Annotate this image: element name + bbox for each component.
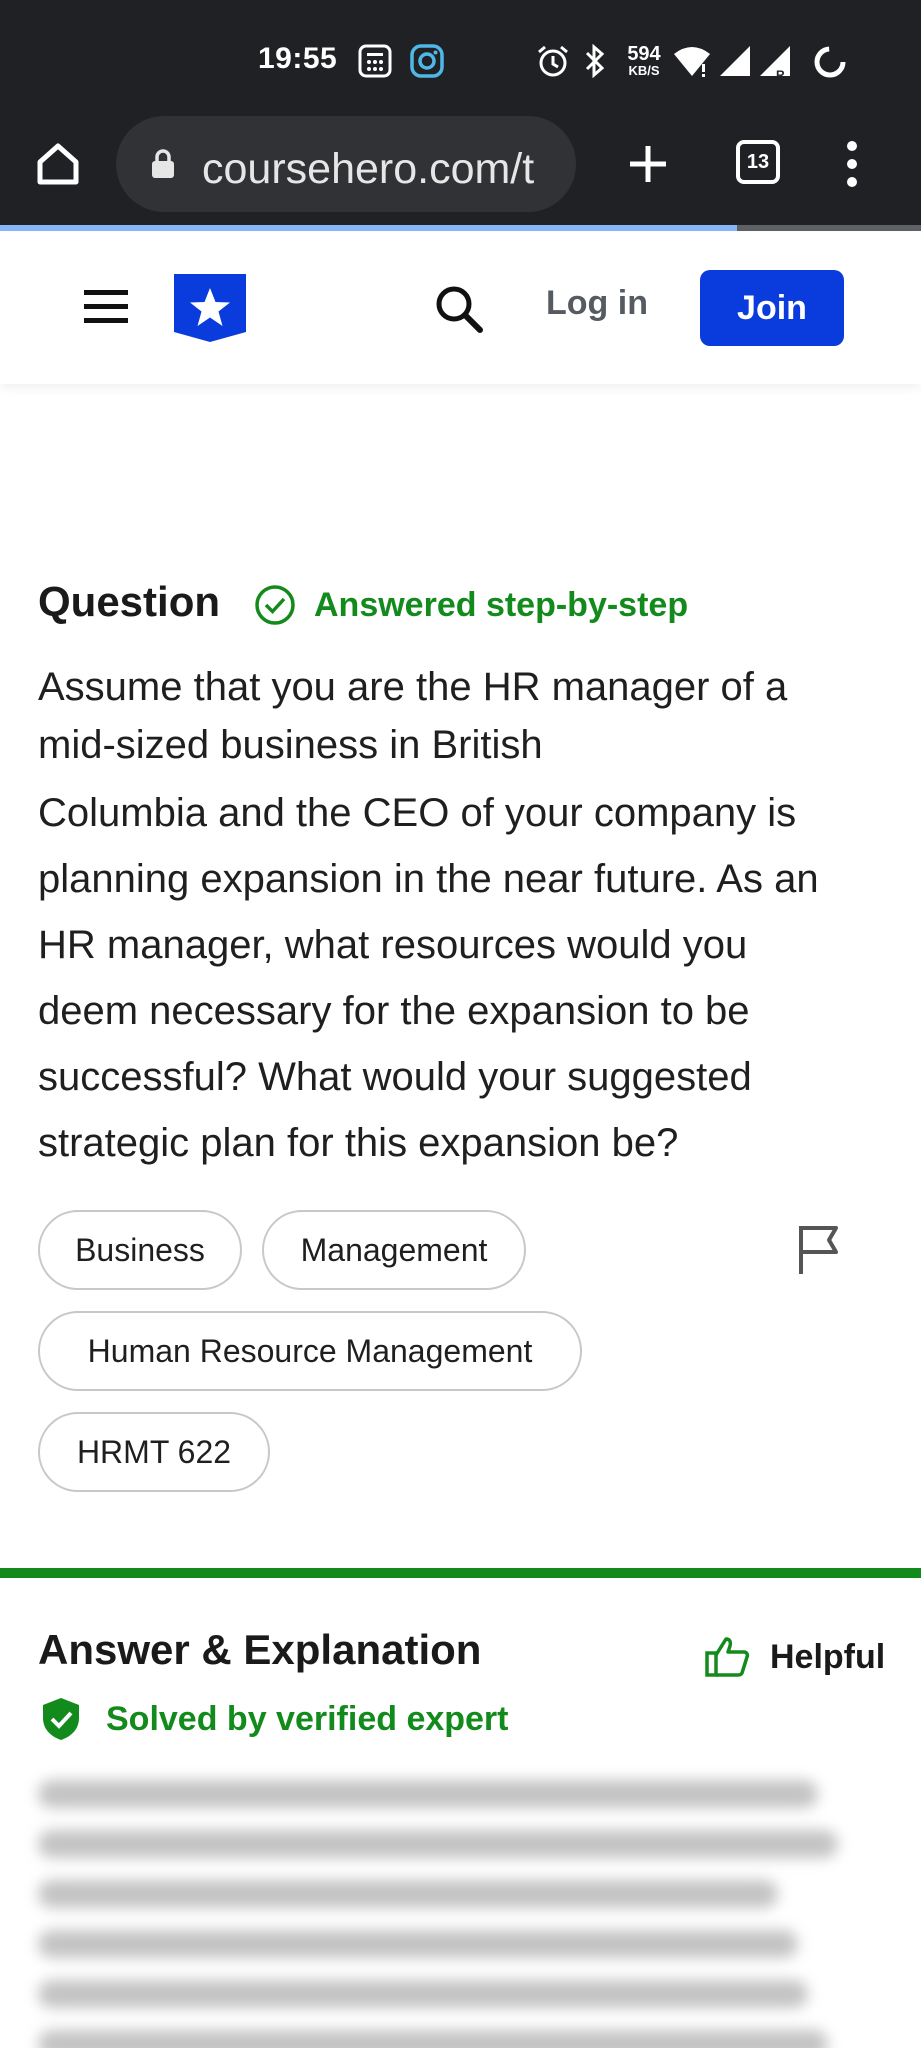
network-speed: 594 KB/S xyxy=(627,43,661,78)
tag-chip[interactable]: Human Resource Management xyxy=(38,1311,582,1391)
question-line: Columbia and the CEO of your company is xyxy=(38,791,797,835)
question-line: mid-sized business in British xyxy=(38,723,543,767)
login-link[interactable]: Log in xyxy=(546,284,648,323)
tag-chip[interactable]: HRMT 622 xyxy=(38,1412,270,1492)
course-hero-logo[interactable] xyxy=(172,272,248,344)
tag-chip[interactable]: Management xyxy=(262,1210,526,1290)
join-button[interactable]: Join xyxy=(700,270,844,346)
battery-ring-icon xyxy=(814,46,846,78)
address-bar[interactable]: coursehero.com/t xyxy=(116,116,576,212)
status-bar: 19:55 594 KB/S R xyxy=(0,0,921,110)
question-heading: Question xyxy=(38,578,221,625)
svg-text:R: R xyxy=(776,68,785,80)
bluetooth-icon xyxy=(585,44,605,78)
home-icon[interactable] xyxy=(34,140,82,188)
question-line: deem necessary for the expansion to be xyxy=(38,989,750,1033)
blurred-line xyxy=(38,1930,798,1958)
instagram-icon xyxy=(410,44,444,78)
question-line: HR manager, what resources would you xyxy=(38,923,748,967)
page-load-progress xyxy=(0,225,737,231)
clock: 19:55 xyxy=(258,42,338,75)
more-menu-icon[interactable] xyxy=(842,140,862,188)
answered-badge: Answered step-by-step xyxy=(254,584,688,626)
calculator-icon xyxy=(358,44,392,78)
check-circle-icon xyxy=(255,585,295,625)
new-tab-icon[interactable] xyxy=(626,142,670,186)
tab-count: 13 xyxy=(746,150,770,173)
blurred-line xyxy=(38,1780,818,1808)
question-line: strategic plan for this expansion be? xyxy=(38,1121,679,1165)
blurred-line xyxy=(38,1880,778,1908)
helpful-label: Helpful xyxy=(770,1637,886,1676)
answer-heading: Answer & Explanation xyxy=(38,1626,482,1673)
url-text: coursehero.com/t xyxy=(202,148,535,191)
report-flag-icon[interactable] xyxy=(796,1222,844,1276)
lock-icon xyxy=(152,149,174,178)
alarm-icon xyxy=(538,45,568,77)
helpful-button[interactable]: Helpful xyxy=(704,1636,885,1678)
question-text: Assume that you are the HR manager of a … xyxy=(38,658,888,1176)
search-icon[interactable] xyxy=(434,284,484,334)
blurred-line xyxy=(38,1980,808,2008)
question-line: successful? What would your suggested xyxy=(38,1055,752,1099)
site-header: Log in Join xyxy=(0,232,921,384)
answered-status-text: Answered step-by-step xyxy=(314,585,689,624)
tag-chip[interactable]: Business xyxy=(38,1210,242,1290)
tab-switcher-button[interactable]: 13 xyxy=(736,140,780,184)
wifi-icon xyxy=(674,47,710,77)
question-line: planning expansion in the near future. A… xyxy=(38,857,819,901)
signal-roaming-icon: R xyxy=(760,46,790,80)
hamburger-menu-icon[interactable] xyxy=(84,288,128,326)
question-line: Assume that you are the HR manager of a xyxy=(38,665,788,709)
verified-text: Solved by verified expert xyxy=(106,1699,509,1738)
thumbs-up-icon xyxy=(705,1637,750,1677)
blurred-answer-content xyxy=(38,1780,888,2048)
verified-shield-icon xyxy=(43,1698,79,1740)
section-divider xyxy=(0,1568,921,1578)
blurred-line xyxy=(38,1830,838,1858)
browser-toolbar: coursehero.com/t 13 xyxy=(0,110,921,228)
signal-icon xyxy=(720,46,750,76)
blurred-line xyxy=(38,2030,828,2048)
verified-badge: Solved by verified expert xyxy=(40,1696,509,1742)
